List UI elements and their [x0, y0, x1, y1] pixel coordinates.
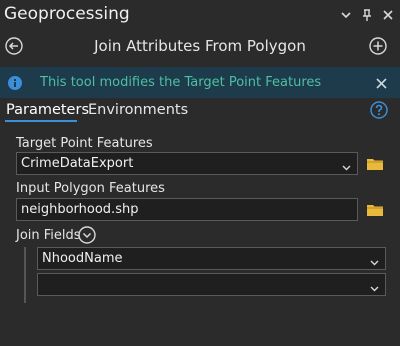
join-fields-group-bar — [24, 247, 26, 303]
chevron-down-circle-icon[interactable] — [78, 226, 96, 244]
info-icon — [8, 75, 22, 90]
close-icon[interactable] — [382, 7, 394, 21]
info-message: This tool modifies the Target Point Feat… — [40, 75, 322, 90]
chevron-down-icon — [342, 160, 351, 171]
help-icon[interactable] — [370, 101, 388, 119]
target-point-features-label: Target Point Features — [16, 136, 153, 151]
input-polygon-features-value: neighborhood.shp — [21, 202, 139, 217]
input-polygon-features-label: Input Polygon Features — [16, 181, 165, 196]
active-tab-indicator — [5, 120, 77, 122]
close-icon[interactable] — [375, 75, 388, 89]
target-point-features-value: CrimeDataExport — [21, 156, 134, 171]
pin-icon[interactable] — [361, 7, 373, 21]
join-field-dropdown-1[interactable]: NhoodName — [37, 247, 386, 270]
chevron-down-icon — [370, 281, 379, 292]
tab-environments[interactable]: Environments — [88, 102, 188, 118]
folder-icon[interactable] — [366, 202, 384, 216]
pane-title: Geoprocessing — [4, 4, 130, 24]
join-fields-label: Join Fields — [16, 228, 81, 243]
add-circle-icon[interactable] — [369, 37, 387, 55]
pane-titlebar: Geoprocessing — [0, 0, 400, 30]
window-controls — [340, 7, 394, 21]
folder-icon[interactable] — [366, 156, 384, 170]
join-field-dropdown-2[interactable] — [37, 273, 386, 296]
input-polygon-features-field[interactable]: neighborhood.shp — [16, 198, 358, 221]
tab-parameters[interactable]: Parameters — [6, 102, 89, 118]
chevron-down-icon[interactable] — [340, 7, 352, 21]
back-arrow-circle-icon[interactable] — [5, 37, 23, 55]
join-field-value-1: NhoodName — [42, 251, 123, 266]
tool-title: Join Attributes From Polygon — [94, 37, 306, 55]
target-point-features-dropdown[interactable]: CrimeDataExport — [16, 152, 358, 175]
chevron-down-icon — [370, 255, 379, 266]
info-banner: This tool modifies the Target Point Feat… — [0, 67, 400, 98]
tool-header: Join Attributes From Polygon — [0, 30, 400, 62]
